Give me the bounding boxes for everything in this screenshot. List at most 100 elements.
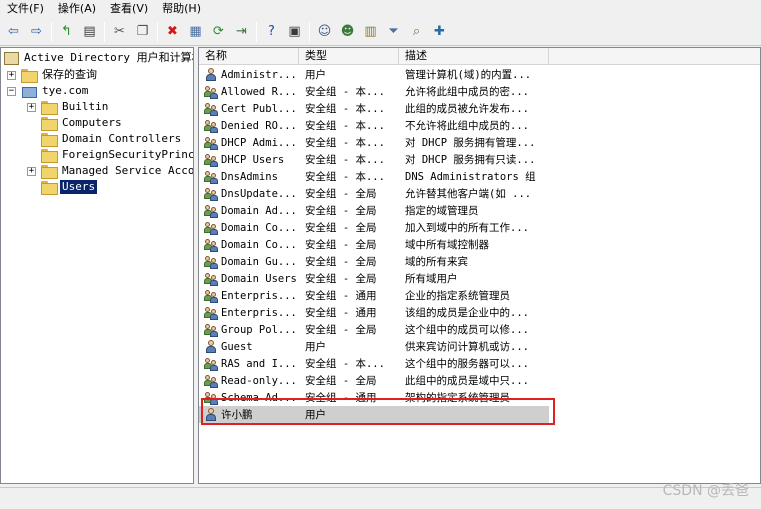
cell-name: Administr...	[199, 67, 299, 82]
cell-description: 所有域用户	[405, 273, 458, 285]
list-row[interactable]: Guest 用户 供来宾访问计算机或访...	[199, 338, 760, 355]
list-row[interactable]: Domain Gu... 安全组 - 全局 域的所有来宾	[199, 253, 760, 270]
copy-icon[interactable]: ❐	[132, 21, 153, 42]
refresh-icon[interactable]: ⟳	[208, 21, 229, 42]
folder-icon	[41, 164, 58, 179]
cell-description: 这个组中的服务器可以...	[405, 358, 529, 370]
show-action-pane-icon[interactable]: ▣	[284, 21, 305, 42]
row-name: Allowed R...	[221, 85, 297, 98]
cell-name: Allowed R...	[199, 85, 299, 99]
cell-name: Denied RO...	[199, 119, 299, 133]
toolbar-separator	[256, 21, 257, 42]
tree-item-foreign-security[interactable]: ForeignSecurityPrincip	[41, 147, 194, 163]
list-row[interactable]: Cert Publ... 安全组 - 本... 此组的成员被允许发布...	[199, 100, 760, 117]
cell-type: 安全组 - 全局	[305, 324, 377, 336]
group-icon	[204, 306, 218, 320]
export-list-icon[interactable]: ⇥	[231, 21, 252, 42]
expand-icon[interactable]: +	[27, 167, 36, 176]
list-row[interactable]: Domain Users 安全组 - 全局 所有域用户	[199, 270, 760, 287]
list-row[interactable]: Domain Co... 安全组 - 全局 加入到域中的所有工作...	[199, 219, 760, 236]
filter-icon[interactable]: ⏷	[383, 21, 404, 42]
tree-item-label: ForeignSecurityPrincip	[62, 148, 194, 161]
toolbar: ⇦ ⇨ ↰ ▤ ✂ ❐ ✖ ▦ ⟳ ⇥? ▣ ☺ ☻ ▥ ⏷ ⌕ ✚	[0, 18, 761, 46]
cell-description: 该组的成员是企业中的...	[405, 307, 529, 319]
tree-item-label: Users	[60, 180, 98, 194]
cell-type: 安全组 - 本...	[305, 171, 385, 183]
menu-item-file[interactable]: 文件(F)	[0, 0, 51, 18]
active-directory-icon	[3, 51, 19, 65]
cell-description: 此组的成员被允许发布...	[405, 103, 529, 115]
group-icon	[204, 289, 218, 303]
column-header-type[interactable]: 类型	[299, 48, 399, 65]
menu-item-view[interactable]: 查看(V)	[103, 0, 155, 18]
expand-icon[interactable]: +	[27, 103, 36, 112]
list-row[interactable]: RAS and I... 安全组 - 本... 这个组中的服务器可以...	[199, 355, 760, 372]
cell-name: Enterpris...	[199, 289, 299, 303]
list-row[interactable]: Allowed R... 安全组 - 本... 允许将此组中成员的密...	[199, 83, 760, 100]
list-row[interactable]: Domain Co... 安全组 - 全局 域中所有域控制器	[199, 236, 760, 253]
console-tree: Active Directory 用户和计算机 ◀ ▶ +保存的查询−tye.c…	[0, 47, 194, 484]
cell-type: 安全组 - 通用	[305, 307, 377, 319]
collapse-icon[interactable]: −	[7, 87, 16, 96]
group-icon	[204, 204, 218, 218]
cell-name: Cert Publ...	[199, 102, 299, 116]
row-name: Cert Publ...	[221, 102, 297, 115]
list-row[interactable]: DnsUpdate... 安全组 - 全局 允许替其他客户端(如 ...	[199, 185, 760, 202]
tree-item-computers[interactable]: Computers	[41, 115, 124, 131]
cell-description: 管理计算机(域)的内置...	[405, 69, 532, 81]
list-row[interactable]: DnsAdmins 安全组 - 本... DNS Administrators 组	[199, 168, 760, 185]
list-row[interactable]: Read-only... 安全组 - 全局 此组中的成员是域中只...	[199, 372, 760, 389]
list-row[interactable]: DHCP Admi... 安全组 - 本... 对 DHCP 服务拥有管理...	[199, 134, 760, 151]
cell-type: 安全组 - 全局	[305, 239, 377, 251]
new-ou-icon[interactable]: ▥	[360, 21, 381, 42]
tree-item-managed-service[interactable]: Managed Service Accour	[41, 163, 193, 179]
tree-item-saved-queries[interactable]: 保存的查询	[21, 67, 99, 83]
cell-name: Domain Ad...	[199, 204, 299, 218]
show-console-tree-icon[interactable]: ▤	[79, 21, 100, 42]
toolbar-separator	[309, 21, 310, 42]
row-name: DHCP Admi...	[221, 136, 297, 149]
new-user-icon[interactable]: ☺	[314, 21, 335, 42]
forward-arrow-icon[interactable]: ⇨	[26, 21, 47, 42]
cell-description: 对 DHCP 服务拥有只读...	[405, 154, 536, 166]
folder-icon	[41, 100, 58, 115]
list-row[interactable]: Enterpris... 安全组 - 通用 企业的指定系统管理员	[199, 287, 760, 304]
column-header-description[interactable]: 描述	[399, 48, 549, 65]
tree-root[interactable]: Active Directory 用户和计算机	[3, 50, 193, 66]
tree-item-builtin[interactable]: Builtin	[41, 99, 110, 115]
up-folder-icon[interactable]: ↰	[56, 21, 77, 42]
tree-item-users[interactable]: Users	[41, 179, 98, 195]
tree-item-domain[interactable]: tye.com	[21, 83, 90, 99]
cell-name: DHCP Admi...	[199, 136, 299, 150]
add-to-group-icon[interactable]: ✚	[429, 21, 450, 42]
expand-icon[interactable]: +	[7, 71, 16, 80]
menu-item-help[interactable]: 帮助(H)	[155, 0, 208, 18]
row-name: DHCP Users	[221, 153, 285, 166]
menu-item-action[interactable]: 操作(A)	[51, 0, 103, 18]
cut-icon[interactable]: ✂	[109, 21, 130, 42]
cell-description: 此组中的成员是域中只...	[405, 375, 529, 387]
list-row[interactable]: Administr... 用户 管理计算机(域)的内置...	[199, 66, 760, 83]
delete-icon[interactable]: ✖	[162, 21, 183, 42]
list-row[interactable]: Group Pol... 安全组 - 全局 这个组中的成员可以修...	[199, 321, 760, 338]
back-arrow-icon[interactable]: ⇦	[3, 21, 24, 42]
help-icon[interactable]: ?	[261, 21, 282, 42]
cell-type: 安全组 - 通用	[305, 290, 377, 302]
cell-type: 安全组 - 全局	[305, 273, 377, 285]
cell-type: 安全组 - 本...	[305, 358, 385, 370]
cell-description: 加入到域中的所有工作...	[405, 222, 529, 234]
column-header-name[interactable]: 名称	[199, 48, 299, 65]
row-name: Domain Gu...	[221, 255, 297, 268]
list-row[interactable]: Domain Ad... 安全组 - 全局 指定的域管理员	[199, 202, 760, 219]
row-name: Guest	[221, 340, 253, 353]
cell-description: 供来宾访问计算机或访...	[405, 341, 529, 353]
list-row[interactable]: DHCP Users 安全组 - 本... 对 DHCP 服务拥有只读...	[199, 151, 760, 168]
properties-icon[interactable]: ▦	[185, 21, 206, 42]
find-icon[interactable]: ⌕	[406, 21, 427, 42]
group-icon	[204, 85, 218, 99]
row-name: DnsAdmins	[221, 170, 278, 183]
tree-item-domain-controllers[interactable]: Domain Controllers	[41, 131, 183, 147]
list-row[interactable]: Denied RO... 安全组 - 本... 不允许将此组中成员的...	[199, 117, 760, 134]
list-row[interactable]: Enterpris... 安全组 - 通用 该组的成员是企业中的...	[199, 304, 760, 321]
new-group-icon[interactable]: ☻	[337, 21, 358, 42]
